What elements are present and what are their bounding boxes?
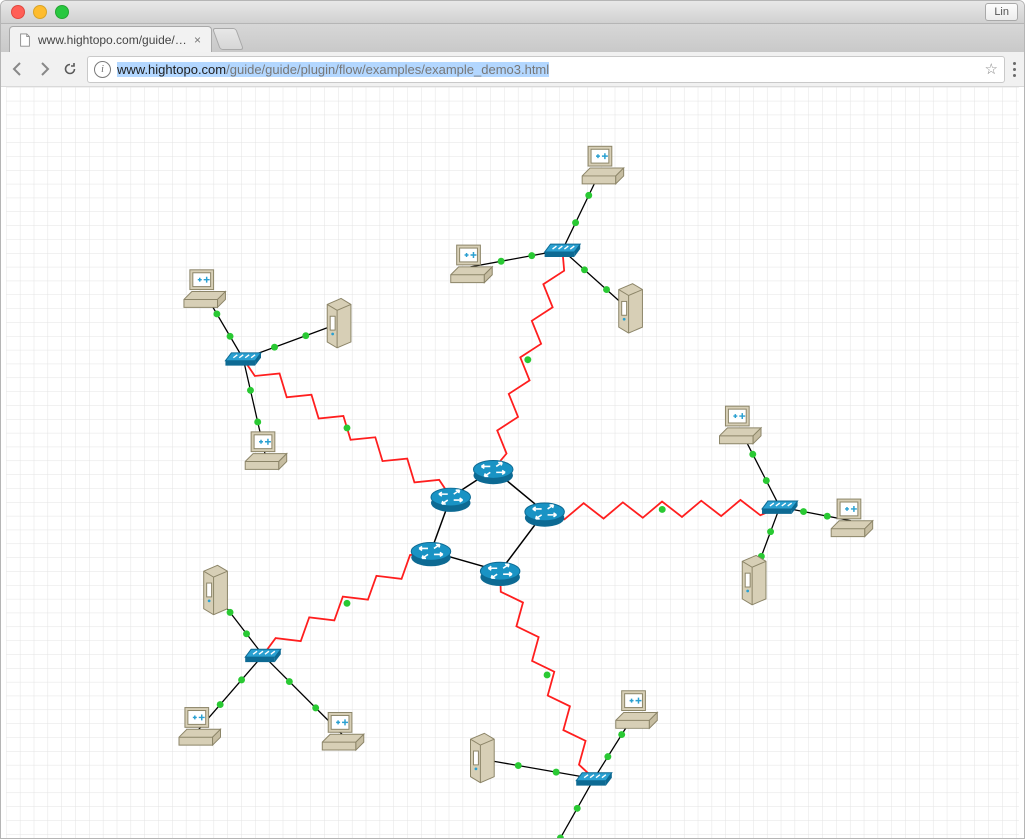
switch-node[interactable] (545, 244, 581, 257)
bookmark-star-icon[interactable]: ☆ (985, 60, 998, 78)
router-node[interactable] (411, 543, 451, 567)
flow-dot (217, 701, 224, 708)
flow-dot (572, 219, 579, 226)
server-node[interactable] (327, 298, 351, 347)
new-tab-button[interactable] (212, 28, 244, 50)
flow-dot (254, 419, 261, 426)
flow-dot (553, 769, 560, 776)
flow-dot (604, 753, 611, 760)
address-bar[interactable]: i www.hightopo.com/guide/guide/plugin/fl… (87, 56, 1005, 83)
url-display: www.hightopo.com/guide/guide/plugin/flow… (117, 62, 979, 77)
flow-dot (763, 477, 770, 484)
topology-canvas[interactable] (1, 87, 1024, 838)
flow-dot (271, 344, 278, 351)
router-node[interactable] (480, 562, 520, 586)
tab-title: www.hightopo.com/guide/guid (38, 33, 188, 47)
server-node[interactable] (471, 733, 495, 782)
browser-menu-button[interactable] (1013, 62, 1016, 77)
flow-dot (302, 332, 309, 339)
close-window-button[interactable] (11, 5, 25, 19)
switch-node[interactable] (245, 649, 281, 662)
flow-dot (585, 192, 592, 199)
zoom-window-button[interactable] (55, 5, 69, 19)
flow-dot (581, 266, 588, 273)
flow-dot (247, 387, 254, 394)
reload-button[interactable] (61, 60, 79, 78)
titlebar: Lin (1, 1, 1024, 24)
flow-dot (544, 671, 551, 678)
flow-dot (524, 356, 531, 363)
router-node[interactable] (431, 488, 471, 512)
flow-dot (659, 506, 666, 513)
flow-dot (800, 508, 807, 515)
flow-dot (824, 513, 831, 520)
flow-dot (286, 678, 293, 685)
tab-active[interactable]: www.hightopo.com/guide/guid × (9, 26, 212, 52)
tab-close-icon[interactable]: × (194, 33, 201, 47)
tab-strip: www.hightopo.com/guide/guid × (1, 24, 1024, 52)
grid-background (6, 87, 1019, 838)
flow-dot (749, 451, 756, 458)
flow-dot (603, 286, 610, 293)
browser-window: Lin www.hightopo.com/guide/guid × i www.… (0, 0, 1025, 839)
flow-dot (227, 609, 234, 616)
window-controls (1, 5, 69, 19)
flow-dot (312, 704, 319, 711)
flow-dot (344, 600, 351, 607)
flow-dot (243, 630, 250, 637)
flow-dot (344, 424, 351, 431)
back-button[interactable] (9, 60, 27, 78)
toolbar: i www.hightopo.com/guide/guide/plugin/fl… (1, 52, 1024, 87)
server-node[interactable] (619, 284, 643, 333)
flow-dot (574, 805, 581, 812)
flow-dot (238, 676, 245, 683)
flow-dot (227, 333, 234, 340)
server-node[interactable] (204, 565, 228, 614)
server-node[interactable] (742, 555, 766, 604)
switch-node[interactable] (225, 353, 261, 366)
page-viewport[interactable] (1, 87, 1024, 838)
forward-button[interactable] (35, 60, 53, 78)
flow-dot (767, 528, 774, 535)
flow-dot (618, 731, 625, 738)
page-icon (18, 33, 32, 47)
profile-chip[interactable]: Lin (985, 3, 1018, 21)
flow-dot (515, 762, 522, 769)
minimize-window-button[interactable] (33, 5, 47, 19)
flow-dot (528, 252, 535, 259)
switch-node[interactable] (576, 773, 612, 786)
flow-dot (498, 258, 505, 265)
site-info-icon[interactable]: i (94, 61, 111, 78)
router-node[interactable] (525, 503, 565, 527)
switch-node[interactable] (762, 501, 798, 514)
router-node[interactable] (473, 461, 513, 485)
flow-dot (213, 310, 220, 317)
